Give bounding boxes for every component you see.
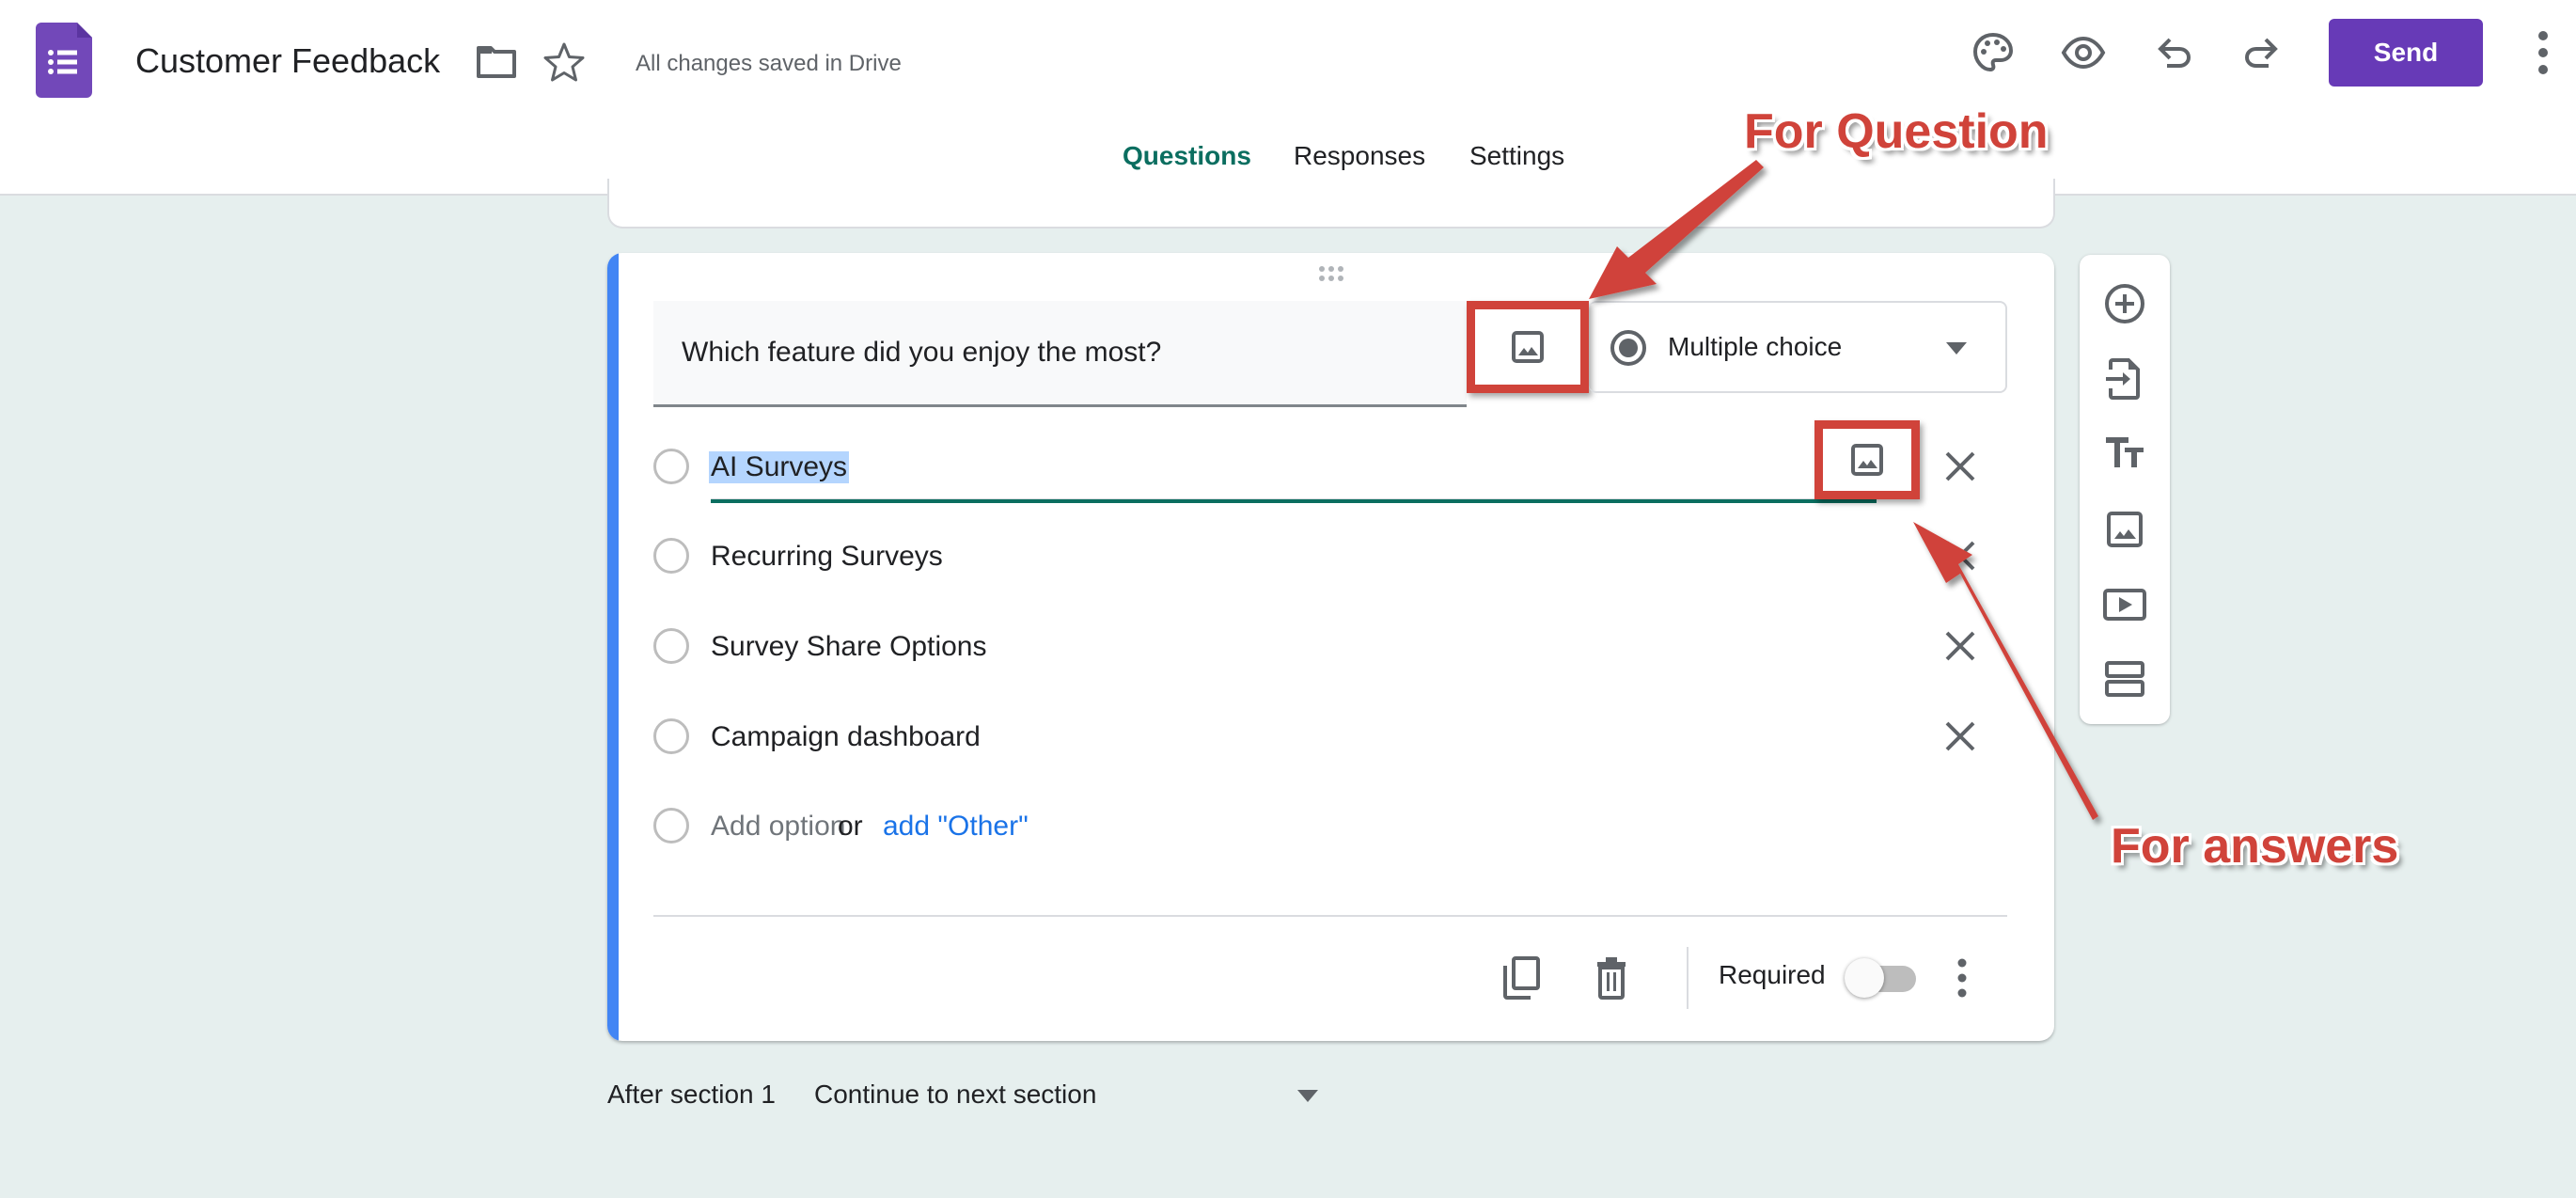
add-option-row: Add option or add "Other" bbox=[653, 788, 2007, 863]
more-vert-icon[interactable] bbox=[2529, 28, 2557, 77]
question-title-input[interactable]: Which feature did you enjoy the most? bbox=[653, 301, 1467, 407]
drag-handle-icon[interactable] bbox=[1316, 264, 1346, 283]
remove-option-icon[interactable] bbox=[1943, 449, 1977, 483]
palette-icon[interactable] bbox=[1971, 30, 2016, 75]
undo-icon[interactable] bbox=[2151, 30, 2196, 75]
add-other-link[interactable]: add "Other" bbox=[883, 811, 1029, 843]
section-navigation-dropdown[interactable]: Continue to next section bbox=[812, 1072, 1327, 1119]
section-navigation-value: Continue to next section bbox=[814, 1080, 1097, 1109]
question-type-dropdown[interactable]: Multiple choice bbox=[1589, 301, 2007, 393]
question-card[interactable]: Which feature did you enjoy the most? Mu… bbox=[607, 253, 2054, 1041]
image-icon bbox=[1512, 331, 1544, 363]
question-add-image-button[interactable] bbox=[1467, 301, 1589, 393]
footer-vertical-divider bbox=[1687, 947, 1689, 1009]
star-icon[interactable] bbox=[543, 41, 585, 83]
caret-down-icon bbox=[1946, 342, 1967, 355]
caret-down-icon bbox=[1297, 1090, 1318, 1102]
import-file-icon[interactable] bbox=[2102, 356, 2147, 402]
question-title-text: Which feature did you enjoy the most? bbox=[682, 337, 1162, 368]
annotation-label-question: For Question bbox=[1744, 104, 2049, 159]
option-radio bbox=[653, 628, 689, 664]
section-icon[interactable] bbox=[2102, 657, 2147, 702]
option-radio bbox=[653, 449, 689, 484]
form-title[interactable]: Customer Feedback bbox=[135, 41, 440, 81]
card-footer-divider bbox=[653, 915, 2007, 917]
option-input[interactable]: Campaign dashboard bbox=[711, 721, 981, 753]
tab-questions[interactable]: Questions bbox=[1123, 141, 1251, 171]
eye-icon[interactable] bbox=[2061, 30, 2106, 75]
remove-option-icon[interactable] bbox=[1943, 539, 1977, 573]
add-circle-icon[interactable] bbox=[2102, 281, 2147, 326]
option-input[interactable]: AI Surveys bbox=[709, 451, 850, 483]
remove-option-icon[interactable] bbox=[1943, 629, 1977, 663]
option-radio bbox=[653, 538, 689, 574]
option-input[interactable]: Recurring Surveys bbox=[711, 541, 943, 573]
option-row[interactable]: Campaign dashboard bbox=[653, 699, 2007, 774]
required-toggle[interactable] bbox=[1845, 958, 1920, 998]
option-row[interactable]: Recurring Surveys bbox=[653, 518, 2007, 593]
toggle-knob bbox=[1845, 958, 1884, 998]
text-title-icon[interactable] bbox=[2102, 432, 2147, 477]
save-status: All changes saved in Drive bbox=[636, 51, 902, 76]
option-row[interactable]: Survey Share Options bbox=[653, 608, 2007, 684]
forms-logo-icon[interactable] bbox=[36, 23, 92, 98]
side-toolbar bbox=[2080, 255, 2170, 724]
option-radio bbox=[653, 808, 689, 843]
or-text: or bbox=[838, 811, 863, 842]
option-input[interactable]: Survey Share Options bbox=[711, 631, 986, 663]
question-type-label: Multiple choice bbox=[1668, 332, 1843, 361]
image-icon[interactable] bbox=[2102, 507, 2147, 552]
tab-settings[interactable]: Settings bbox=[1469, 141, 1564, 171]
required-label: Required bbox=[1719, 960, 1826, 989]
previous-card[interactable] bbox=[607, 179, 2055, 229]
option-radio bbox=[653, 718, 689, 754]
redo-icon[interactable] bbox=[2239, 30, 2285, 75]
more-options-icon[interactable] bbox=[1948, 956, 1976, 1000]
delete-icon[interactable] bbox=[1593, 954, 1630, 1001]
image-icon bbox=[1851, 444, 1883, 476]
tab-responses[interactable]: Responses bbox=[1294, 141, 1425, 171]
option-input-underline bbox=[711, 498, 1877, 503]
annotation-label-answers: For answers bbox=[2111, 819, 2399, 874]
send-button[interactable]: Send bbox=[2329, 19, 2483, 87]
option-row[interactable]: AI Surveys bbox=[653, 420, 2007, 504]
remove-option-icon[interactable] bbox=[1943, 719, 1977, 753]
video-icon[interactable] bbox=[2102, 582, 2147, 627]
after-section-label: After section 1 bbox=[607, 1080, 776, 1109]
duplicate-icon[interactable] bbox=[1500, 954, 1542, 1001]
app-header: Customer Feedback All changes saved in D… bbox=[0, 0, 2576, 196]
radio-button-icon bbox=[1610, 330, 1646, 366]
option-add-image-button[interactable] bbox=[1814, 420, 1920, 499]
add-option-input[interactable]: Add option bbox=[711, 811, 845, 843]
active-card-accent bbox=[607, 253, 619, 1041]
folder-icon[interactable] bbox=[476, 45, 517, 79]
